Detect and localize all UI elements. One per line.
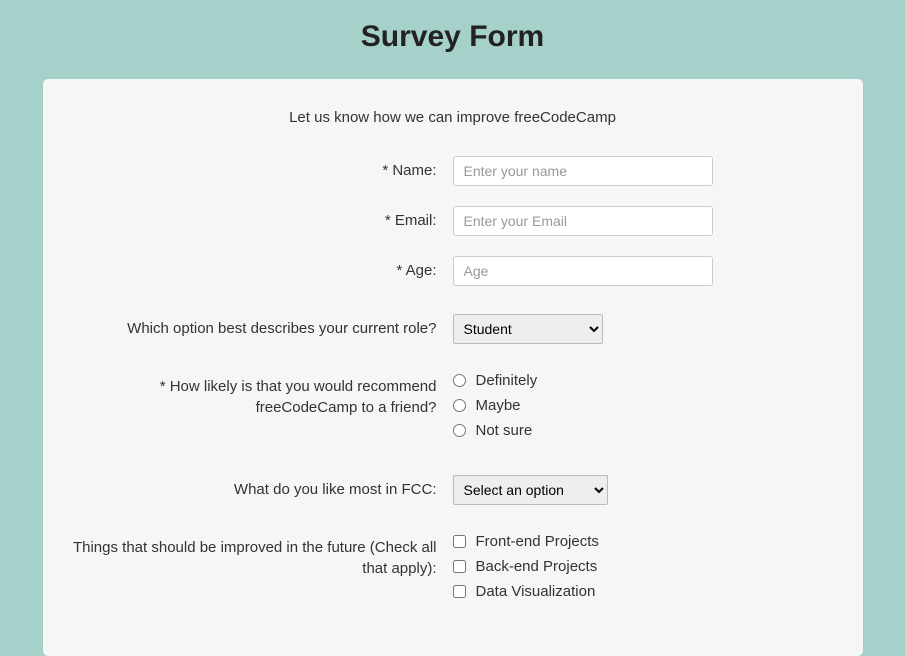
improve-label: Things that should be improved in the fu… <box>63 533 453 579</box>
checkbox-dataviz[interactable] <box>453 585 466 598</box>
checkbox-frontend-label: Front-end Projects <box>476 533 599 550</box>
email-label: * Email: <box>63 206 453 231</box>
row-name: * Name: <box>63 156 843 186</box>
row-improve: Things that should be improved in the fu… <box>63 533 843 608</box>
radio-notsure[interactable] <box>453 424 466 437</box>
row-role: Which option best describes your current… <box>63 314 843 344</box>
checkbox-dataviz-label: Data Visualization <box>476 583 596 600</box>
radio-definitely-label: Definitely <box>476 372 538 389</box>
checkbox-backend-label: Back-end Projects <box>476 558 598 575</box>
checkbox-backend[interactable] <box>453 560 466 573</box>
radio-maybe-label: Maybe <box>476 397 521 414</box>
row-age: * Age: <box>63 256 843 286</box>
email-input[interactable] <box>453 206 713 236</box>
radio-definitely[interactable] <box>453 374 466 387</box>
role-label: Which option best describes your current… <box>63 314 453 339</box>
role-select[interactable]: Student <box>453 314 603 344</box>
radio-maybe[interactable] <box>453 399 466 412</box>
recommend-label: * How likely is that you would recommend… <box>63 372 453 418</box>
age-label: * Age: <box>63 256 453 281</box>
checkbox-frontend[interactable] <box>453 535 466 548</box>
name-label: * Name: <box>63 156 453 181</box>
row-recommend: * How likely is that you would recommend… <box>63 372 843 447</box>
name-input[interactable] <box>453 156 713 186</box>
form-card: Let us know how we can improve freeCodeC… <box>43 79 863 656</box>
like-label: What do you like most in FCC: <box>63 475 453 500</box>
row-email: * Email: <box>63 206 843 236</box>
intro-text: Let us know how we can improve freeCodeC… <box>63 109 843 126</box>
like-select[interactable]: Select an option <box>453 475 608 505</box>
age-input[interactable] <box>453 256 713 286</box>
row-like: What do you like most in FCC: Select an … <box>63 475 843 505</box>
page-title: Survey Form <box>0 0 905 64</box>
radio-notsure-label: Not sure <box>476 422 533 439</box>
